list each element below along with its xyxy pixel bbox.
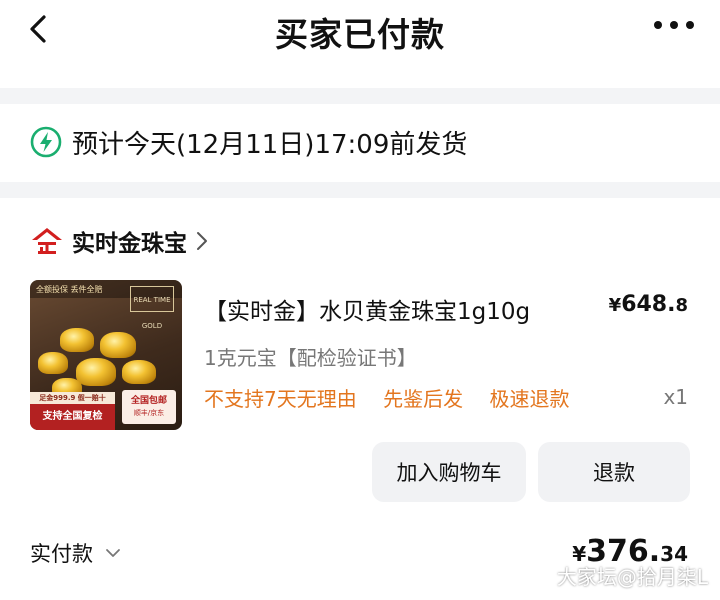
- thumbnail-red-strip-small: 足金999.9 假一赔十: [30, 392, 115, 404]
- shop-logo-icon: [32, 228, 62, 254]
- shop-name: 实时金珠宝: [72, 231, 187, 257]
- price-decimal: 8: [675, 295, 688, 316]
- shipping-estimate-card: 预计今天(12月11日)17:09前发货: [0, 104, 720, 182]
- product-tags: 不支持7天无理由 先鉴后发 极速退款: [204, 383, 589, 412]
- gold-ingot-image: [100, 332, 136, 358]
- thumbnail-red-strip-text: 支持全国复检: [42, 411, 103, 422]
- paid-amount-toggle[interactable]: 实付款: [30, 538, 121, 568]
- top-bar: 买家已付款: [0, 0, 720, 88]
- gold-ingot-image: [122, 360, 156, 384]
- shop-link[interactable]: 实时金珠宝: [30, 224, 209, 258]
- gold-ingot-image: [76, 358, 116, 386]
- product-tag: 极速退款: [489, 387, 570, 411]
- product-tag: 不支持7天无理由: [204, 387, 357, 411]
- thumbnail-red-strip: 足金999.9 假一赔十 支持全国复检: [30, 392, 115, 430]
- add-to-cart-button[interactable]: 加入购物车: [372, 442, 526, 502]
- more-dots-icon[interactable]: [654, 21, 694, 29]
- chevron-right-icon: [197, 232, 207, 250]
- thumbnail-badge: 全国包邮 顺丰/京东: [122, 390, 176, 424]
- product-tag: 先鉴后发: [383, 387, 464, 411]
- paid-amount-label: 实付款: [30, 542, 93, 566]
- lightning-bolt-icon: [30, 126, 62, 158]
- gold-ingot-image: [60, 328, 94, 352]
- price-currency: ¥: [608, 295, 622, 316]
- chevron-down-icon: [106, 549, 120, 557]
- gold-ingot-image: [38, 352, 68, 374]
- product-thumbnail[interactable]: 全额投保 丢件全赔 REAL TIME GOLD 足金999.9 假一赔十 支持…: [30, 280, 182, 430]
- product-title[interactable]: 【实时金】水贝黄金珠宝1g10g: [204, 292, 530, 326]
- product-quantity: x1: [663, 385, 688, 409]
- product-price: ¥648.8: [609, 292, 688, 317]
- order-card: 实时金珠宝 全额投保 丢件全赔 REAL TIME GOLD 足金999.9 假…: [0, 198, 720, 600]
- thumbnail-badge-line2: 顺丰/京东: [133, 409, 165, 417]
- refund-button[interactable]: 退款: [538, 442, 690, 502]
- product-spec: 1克元宝【配检验证书】: [204, 346, 417, 370]
- watermark: 大家坛@拾月柒L: [556, 565, 708, 589]
- price-main: 648.: [621, 292, 676, 317]
- page-title: 买家已付款: [275, 15, 445, 54]
- thumbnail-brand: REAL TIME GOLD: [130, 286, 174, 330]
- thumbnail-badge-line1: 全国包邮: [130, 396, 167, 406]
- shipping-estimate-text: 预计今天(12月11日)17:09前发货: [72, 130, 468, 160]
